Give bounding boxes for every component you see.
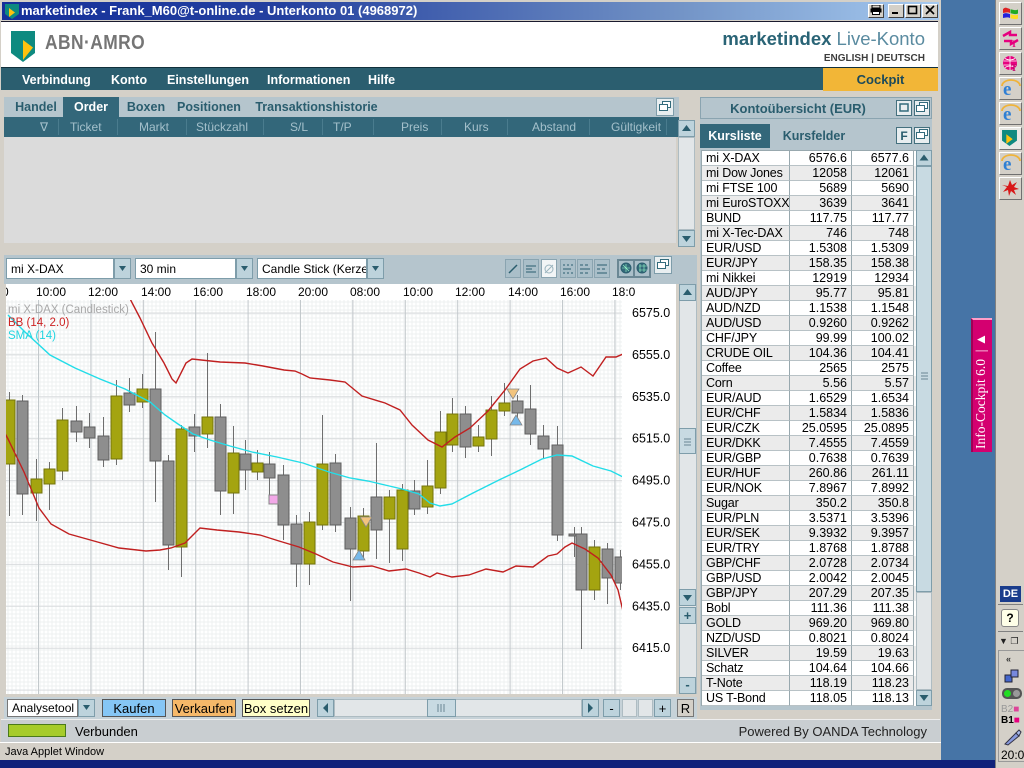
svg-text:SMA (14): SMA (14)	[8, 330, 56, 342]
svg-text:T: T	[1011, 63, 1017, 73]
svg-text:10:00: 10:00	[403, 285, 433, 299]
svg-text:BB (14, 2.0): BB (14, 2.0)	[8, 317, 70, 329]
svg-text:6455.0: 6455.0	[632, 557, 670, 571]
svg-text:14:00: 14:00	[141, 285, 171, 299]
svg-text:T: T	[1011, 39, 1017, 49]
svg-text:18:0: 18:0	[612, 285, 636, 299]
svg-text:6535.0: 6535.0	[632, 390, 670, 404]
svg-text:6515.0: 6515.0	[632, 432, 670, 446]
svg-text:14:00: 14:00	[508, 285, 538, 299]
svg-text:6435.0: 6435.0	[632, 599, 670, 613]
svg-text:6475.0: 6475.0	[632, 516, 670, 530]
svg-text:6495.0: 6495.0	[632, 474, 670, 488]
svg-text:6555.0: 6555.0	[632, 348, 670, 362]
svg-text:10:00: 10:00	[36, 285, 66, 299]
svg-text:0: 0	[6, 285, 9, 299]
svg-text:mi X-DAX (Candlestick): mi X-DAX (Candlestick)	[8, 304, 129, 316]
svg-text:6575.0: 6575.0	[632, 306, 670, 320]
svg-text:16:00: 16:00	[193, 285, 223, 299]
svg-text:18:00: 18:00	[246, 285, 276, 299]
svg-text:12:00: 12:00	[455, 285, 485, 299]
svg-text:16:00: 16:00	[560, 285, 590, 299]
svg-text:6415.0: 6415.0	[632, 641, 670, 655]
svg-text:08:00: 08:00	[350, 285, 380, 299]
svg-text:12:00: 12:00	[88, 285, 118, 299]
svg-text:20:00: 20:00	[298, 285, 328, 299]
